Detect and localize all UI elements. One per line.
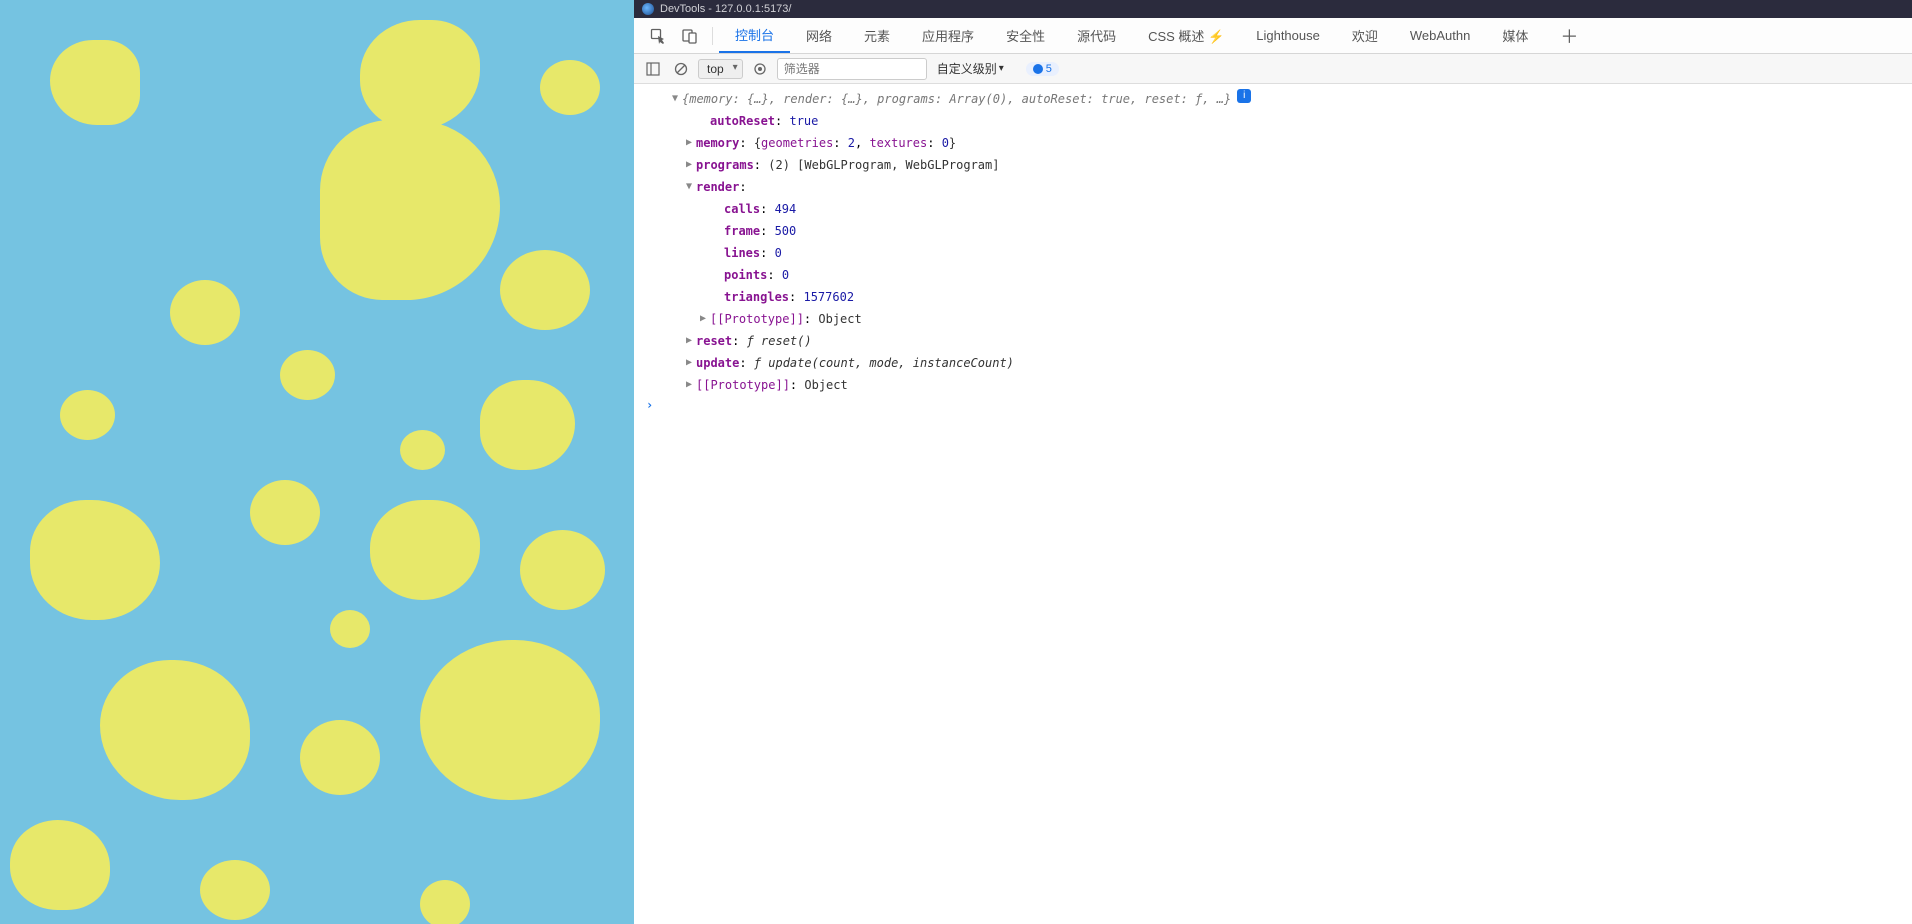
prop-autoreset[interactable]: autoReset: true (638, 110, 1912, 132)
tab-webauthn[interactable]: WebAuthn (1394, 18, 1486, 53)
prop-reset[interactable]: reset: ƒ reset() (638, 330, 1912, 352)
prop-render-frame[interactable]: frame: 500 (638, 220, 1912, 242)
window-titlebar: DevTools - 127.0.0.1:5173/ (634, 0, 1912, 18)
expand-caret-icon[interactable] (668, 89, 682, 109)
info-icon[interactable]: i (1237, 89, 1251, 103)
prop-prototype[interactable]: [[Prototype]]: Object (638, 374, 1912, 396)
tab-css-overview[interactable]: CSS 概述 ⚡ (1132, 18, 1240, 53)
prop-render-triangles[interactable]: triangles: 1577602 (638, 286, 1912, 308)
object-summary: {memory: {…}, render: {…}, programs: Arr… (682, 89, 1231, 109)
console-toolbar: top 自定义级别 5 (634, 54, 1912, 84)
inspect-element-icon[interactable] (648, 26, 668, 46)
issues-badge[interactable]: 5 (1026, 62, 1059, 76)
tab-lighthouse[interactable]: Lighthouse (1240, 18, 1336, 53)
expand-caret-icon[interactable] (682, 353, 696, 373)
tab-console[interactable]: 控制台 (719, 18, 790, 53)
expand-caret-icon[interactable] (682, 375, 696, 395)
devtools-tabs: 控制台 网络 元素 应用程序 安全性 源代码 CSS 概述 ⚡ Lighthou… (634, 18, 1912, 54)
object-summary-row[interactable]: {memory: {…}, render: {…}, programs: Arr… (638, 88, 1912, 110)
tab-sources[interactable]: 源代码 (1061, 18, 1132, 53)
tab-welcome[interactable]: 欢迎 (1336, 18, 1394, 53)
toggle-sidebar-icon[interactable] (642, 58, 664, 80)
page-preview (0, 0, 634, 924)
expand-caret-icon[interactable] (682, 155, 696, 175)
context-selector[interactable]: top (698, 59, 743, 79)
prop-render-points[interactable]: points: 0 (638, 264, 1912, 286)
console-output[interactable]: {memory: {…}, render: {…}, programs: Arr… (634, 84, 1912, 924)
clear-console-icon[interactable] (670, 58, 692, 80)
tab-security[interactable]: 安全性 (990, 18, 1061, 53)
devtools-panel: DevTools - 127.0.0.1:5173/ 控制台 网络 元素 应用程… (634, 0, 1912, 924)
tab-elements[interactable]: 元素 (848, 18, 906, 53)
prop-render-lines[interactable]: lines: 0 (638, 242, 1912, 264)
prop-render-prototype[interactable]: [[Prototype]]: Object (638, 308, 1912, 330)
expand-caret-icon[interactable] (682, 331, 696, 351)
tab-network[interactable]: 网络 (790, 18, 848, 53)
tab-divider (712, 27, 713, 45)
device-toolbar-icon[interactable] (680, 26, 700, 46)
window-title: DevTools - 127.0.0.1:5173/ (660, 3, 791, 15)
prop-render-calls[interactable]: calls: 494 (638, 198, 1912, 220)
add-tab-button[interactable]: ＋ (1544, 23, 1594, 49)
devtools-app-icon (642, 3, 654, 15)
prop-memory[interactable]: memory: {geometries: 2, textures: 0} (638, 132, 1912, 154)
expand-caret-icon[interactable] (682, 177, 696, 197)
issues-count: 5 (1046, 63, 1052, 75)
tab-application[interactable]: 应用程序 (906, 18, 990, 53)
expand-caret-icon[interactable] (682, 133, 696, 153)
prop-render[interactable]: render: (638, 176, 1912, 198)
prop-programs[interactable]: programs: (2) [WebGLProgram, WebGLProgra… (638, 154, 1912, 176)
tab-media[interactable]: 媒体 (1486, 18, 1544, 53)
live-expression-icon[interactable] (749, 58, 771, 80)
prop-update[interactable]: update: ƒ update(count, mode, instanceCo… (638, 352, 1912, 374)
console-prompt[interactable] (638, 396, 1912, 414)
issues-dot-icon (1033, 64, 1043, 74)
expand-caret-icon[interactable] (696, 309, 710, 329)
filter-input[interactable] (777, 58, 927, 80)
log-level-selector[interactable]: 自定义级别 (933, 58, 1008, 79)
